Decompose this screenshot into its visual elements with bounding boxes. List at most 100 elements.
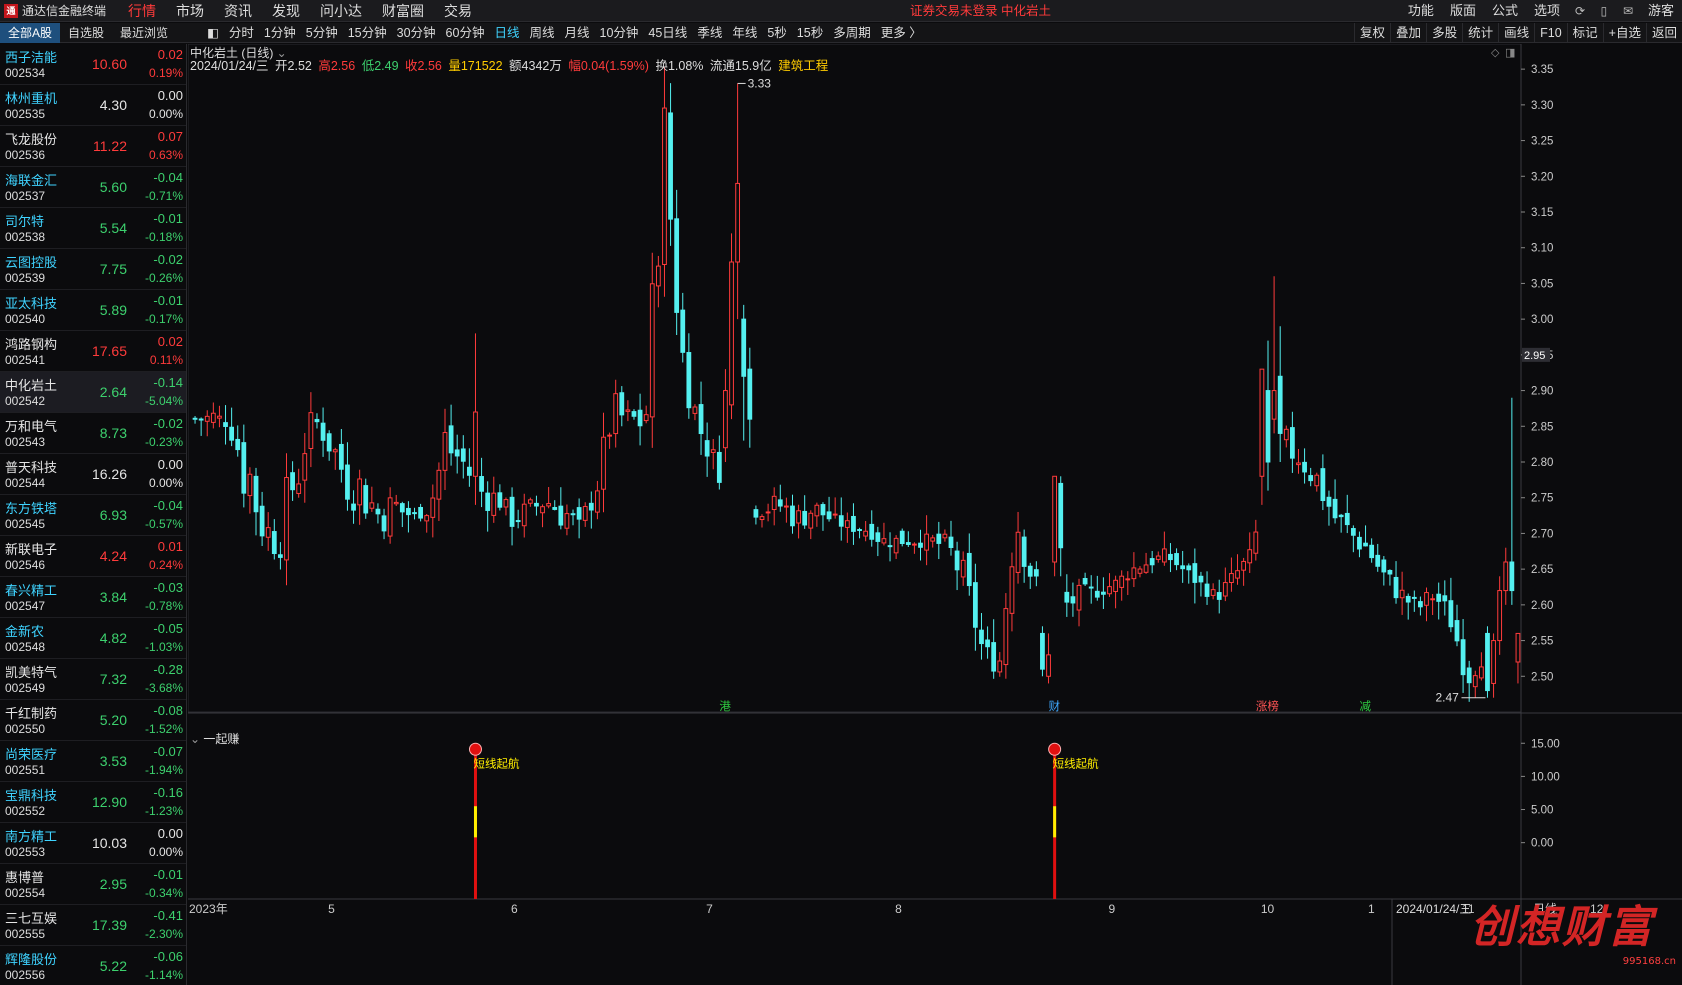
stock-code: 002555 [5,927,46,941]
kline-chart[interactable]: 3.35 3.30 3.25 3.20 3.15 3.10 3.05 3.00 2.95 2.90… [188,44,1682,985]
stock-row[interactable]: 云图控股 002539 7.75 -0.02 -0.26% [0,249,186,290]
menu-hangqing[interactable]: 行情 [118,0,166,22]
period-2[interactable]: 5分钟 [301,23,343,43]
menu-faxian[interactable]: 发现 [262,0,310,22]
period-14[interactable]: 15秒 [792,23,828,43]
period-7[interactable]: 周线 [524,23,559,43]
period-0[interactable]: 分时 [224,23,259,43]
menu-jiaoyi[interactable]: 交易 [434,0,482,22]
period-1[interactable]: 1分钟 [259,23,301,43]
stock-row[interactable]: 凯美特气 002549 7.32 -0.28 -3.68% [0,659,186,700]
period-9[interactable]: 10分钟 [595,23,644,43]
candle-body [899,530,905,545]
period-13[interactable]: 5秒 [762,23,791,43]
stock-row[interactable]: 万和电气 002543 8.73 -0.02 -0.23% [0,413,186,454]
candle-body [296,483,302,494]
stock-row[interactable]: 亚太科技 002540 5.89 -0.01 -0.17% [0,290,186,331]
stock-row[interactable]: 东方铁塔 002545 6.93 -0.04 -0.57% [0,495,186,536]
period-5[interactable]: 60分钟 [441,23,490,43]
tool-button-7[interactable]: +自选 [1602,23,1646,43]
menu-gongshi[interactable]: 公式 [1484,0,1526,22]
signal-dot-icon[interactable] [1048,742,1062,756]
tab-recent[interactable]: 最近浏览 [112,23,176,43]
tab-all-a-shares[interactable]: 全部A股 [0,22,61,43]
stock-row[interactable]: 三七互娱 002555 17.39 -0.41 -2.30% [0,905,186,946]
stock-code: 002537 [5,189,46,203]
menu-shichang[interactable]: 市场 [166,0,214,22]
menu-caifuquan[interactable]: 财富圈 [372,0,434,22]
stock-row[interactable]: 金新农 002548 4.82 -0.05 -1.03% [0,618,186,659]
stock-row[interactable]: 林州重机 002535 4.30 0.00 0.00% [0,85,186,126]
info-sector[interactable]: 建筑工程 [778,59,828,73]
stock-price: 2.95 [99,876,127,892]
stock-change: -0.07 [153,744,183,759]
event-marker[interactable]: 港 [719,699,731,713]
stock-row[interactable]: 尚荣医疗 002551 3.53 -0.07 -1.94% [0,741,186,782]
login-status-text[interactable]: 证券交易未登录 中化岩土 [910,0,1051,22]
tool-button-5[interactable]: F10 [1534,23,1567,43]
menu-xuanxiang[interactable]: 选项 [1526,0,1568,22]
candle-body [887,545,893,548]
panel-icon[interactable]: ◨ [1505,47,1515,59]
diamond-icon[interactable]: ◇ [1491,47,1500,59]
stock-row[interactable]: 鸿路钢构 002541 17.65 0.02 0.11% [0,331,186,372]
stock-row[interactable]: 飞龙股份 002536 11.22 0.07 0.63% [0,126,186,167]
menu-zixun[interactable]: 资讯 [214,0,262,22]
x-axis-label: 10 [1261,902,1275,916]
period-10[interactable]: 45日线 [643,23,692,43]
refresh-icon[interactable]: ⟳ [1568,0,1592,22]
event-marker[interactable]: 减 [1360,699,1372,713]
event-marker[interactable]: 涨榜 [1256,699,1279,713]
chevron-down-icon[interactable]: ⌄ [190,732,200,746]
candle-body [936,533,942,544]
candle-body [1125,578,1131,581]
info-high: 高2.56 [318,59,356,73]
candle-body [1405,595,1411,603]
signal-dot-icon[interactable] [468,742,482,756]
mail-icon[interactable]: ✉ [1616,0,1640,22]
stock-row[interactable]: 辉隆股份 002556 5.22 -0.06 -1.14% [0,946,186,985]
period-8[interactable]: 月线 [559,23,594,43]
stock-row[interactable]: 海联金汇 002537 5.60 -0.04 -0.71% [0,167,186,208]
period-4[interactable]: 30分钟 [392,23,441,43]
event-marker[interactable]: 财 [1049,699,1061,713]
period-3[interactable]: 15分钟 [343,23,392,43]
stock-row[interactable]: 西子洁能 002534 10.60 0.02 0.19% [0,44,186,85]
stock-row[interactable]: 普天科技 002544 16.26 0.00 0.00% [0,454,186,495]
user-guest[interactable]: 游客 [1640,0,1682,22]
candle-body [771,495,777,510]
tool-button-1[interactable]: 叠加 [1390,23,1426,43]
candle-body [1107,586,1112,595]
tool-button-4[interactable]: 画线 [1498,23,1534,43]
tool-button-0[interactable]: 复权 [1354,23,1390,43]
menu-banmian[interactable]: 版面 [1442,0,1484,22]
stock-row[interactable]: 中化岩土 002542 2.64 -0.14 -5.04% [0,372,186,413]
candle-body [406,507,411,516]
period-16[interactable]: 更多 〉 [876,23,927,43]
period-11[interactable]: 季线 [692,23,727,43]
stock-row[interactable]: 宝鼎科技 002552 12.90 -0.16 -1.23% [0,782,186,823]
tool-button-2[interactable]: 多股 [1426,23,1462,43]
stock-row[interactable]: 惠博普 002554 2.95 -0.01 -0.34% [0,864,186,905]
stock-row[interactable]: 春兴精工 002547 3.84 -0.03 -0.78% [0,577,186,618]
stock-row[interactable]: 千红制药 002550 5.20 -0.08 -1.52% [0,700,186,741]
panel-toggle-icon[interactable]: ◧ [202,23,224,43]
stock-price: 12.90 [91,794,127,810]
phone-icon[interactable]: ▯ [1592,0,1616,22]
menu-wenxiaoda[interactable]: 问小达 [310,0,372,22]
candle-body [1003,608,1009,666]
candle-body [1168,553,1173,561]
tool-button-6[interactable]: 标记 [1566,23,1603,43]
period-15[interactable]: 多周期 [828,23,876,43]
menu-gongneng[interactable]: 功能 [1400,0,1442,22]
stock-row[interactable]: 南方精工 002553 10.03 0.00 0.00% [0,823,186,864]
stock-row[interactable]: 司尔特 002538 5.54 -0.01 -0.18% [0,208,186,249]
stock-row[interactable]: 新联电子 002546 4.24 0.01 0.24% [0,536,186,577]
stock-price: 17.39 [91,917,127,933]
tool-button-8[interactable]: 返回 [1645,23,1682,43]
y-tick-label: 2.70 [1531,528,1553,540]
tool-button-3[interactable]: 统计 [1462,23,1498,43]
period-12[interactable]: 年线 [727,23,762,43]
tab-watchlist[interactable]: 自选股 [60,23,112,43]
period-6[interactable]: 日线 [489,23,524,43]
